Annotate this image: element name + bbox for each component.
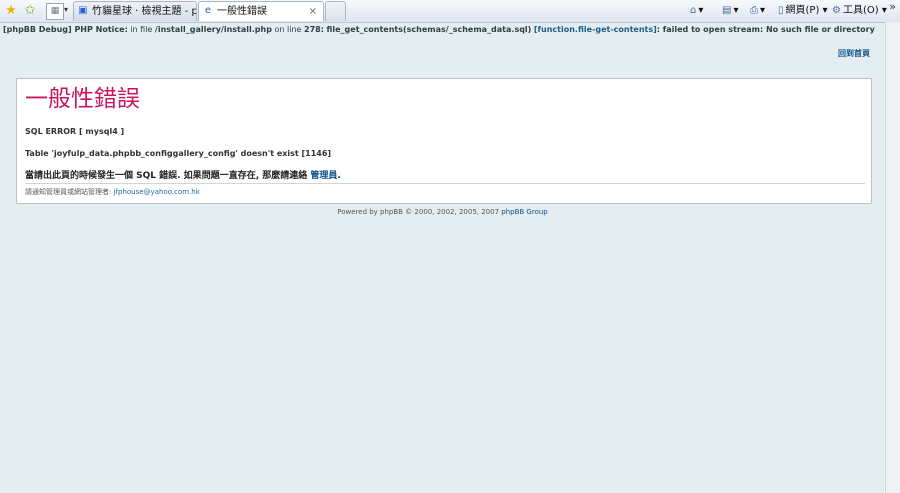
debug-function-link[interactable]: [function.file-get-contents] xyxy=(534,25,657,34)
debug-file: /install_gallery/install.php xyxy=(154,25,272,34)
tab-close-icon[interactable]: × xyxy=(309,2,317,21)
debug-call: file_get_contents(schemas/_schema_data.s… xyxy=(326,25,532,34)
table-error-message: Table 'joyfulp_data.phpbb_configgallery_… xyxy=(25,149,332,158)
page-menu-icon: ▯ xyxy=(778,5,784,16)
error-message-text: 當請出此頁的時候發生一個 SQL 錯誤. 如果問題一直存在, 那麼請連絡 xyxy=(25,171,308,181)
admin-link[interactable]: 管理員 xyxy=(310,171,337,181)
browser-toolbar: ★ ✩ ▦ ▾ ▣ 竹貓星球 ‧ 檢視主題 - ph... e 一般性錯誤 × … xyxy=(0,0,900,23)
feeds-button[interactable]: ▤ ▾ xyxy=(722,4,738,18)
page-menu-label: 網頁(P) xyxy=(785,5,820,16)
debug-in-file: in file xyxy=(130,25,153,34)
error-title: 一般性錯誤 xyxy=(25,86,140,112)
error-message-end: . xyxy=(337,171,341,181)
ie-page-icon: e xyxy=(204,5,212,16)
tab-forum-topic[interactable]: ▣ 竹貓星球 ‧ 檢視主題 - ph... xyxy=(73,1,197,21)
tools-menu-label: 工具(O) xyxy=(842,5,879,16)
error-footer-text: 請通知管理員或網站管理者: xyxy=(25,188,112,196)
back-to-home-link[interactable]: 回到首頁 xyxy=(838,48,870,59)
more-chevron-icon[interactable]: » xyxy=(889,0,896,13)
tab-label: 竹貓星球 ‧ 檢視主題 - ph... xyxy=(92,6,196,17)
tools-menu[interactable]: ⚙ 工具(O) ▾ xyxy=(832,4,887,18)
page-icon: ▣ xyxy=(78,5,88,16)
new-tab-button[interactable] xyxy=(325,1,346,21)
home-button[interactable]: ⌂ ▾ xyxy=(690,4,703,18)
divider xyxy=(25,183,865,184)
home-icon: ⌂ xyxy=(690,5,697,16)
rss-icon: ▤ xyxy=(722,5,732,16)
print-button[interactable]: ⎙ ▾ xyxy=(750,4,765,18)
php-debug-notice: [phpBB Debug] PHP Notice: in file /insta… xyxy=(3,24,883,35)
phpbb-group-link[interactable]: phpBB Group xyxy=(501,208,547,216)
quick-tabs-icon[interactable]: ▦ xyxy=(46,3,64,20)
add-favorite-icon[interactable]: ✩ xyxy=(22,3,38,19)
favorites-star-icon[interactable]: ★ xyxy=(3,3,19,19)
tab-list-chevron-down-icon[interactable]: ▾ xyxy=(64,5,68,14)
debug-on-line: on line xyxy=(274,25,302,34)
debug-message: : failed to open stream: No such file or… xyxy=(656,25,875,34)
admin-email-link[interactable]: jfphouse@yahoo.com.hk xyxy=(114,188,200,196)
page-menu[interactable]: ▯ 網頁(P) ▾ xyxy=(778,4,828,18)
sql-error-label: SQL ERROR [ mysql4 ] xyxy=(25,127,125,136)
powered-by-footer: Powered by phpBB © 2000, 2002, 2005, 200… xyxy=(0,208,885,216)
tab-label: 一般性錯誤 xyxy=(217,6,267,17)
error-footer: 請通知管理員或網站管理者: jfphouse@yahoo.com.hk xyxy=(25,187,200,197)
gear-icon: ⚙ xyxy=(832,5,841,16)
error-message: 當請出此頁的時候發生一個 SQL 錯誤. 如果問題一直存在, 那麼請連絡 管理員… xyxy=(25,168,341,181)
powered-by-text: Powered by phpBB © 2000, 2002, 2005, 200… xyxy=(337,208,500,216)
error-panel: 一般性錯誤 SQL ERROR [ mysql4 ] Table 'joyful… xyxy=(16,78,872,204)
vertical-scrollbar[interactable] xyxy=(885,22,900,493)
printer-icon: ⎙ xyxy=(750,5,758,16)
debug-prefix: [phpBB Debug] PHP Notice: xyxy=(3,25,128,34)
tab-general-error[interactable]: e 一般性錯誤 × xyxy=(198,1,324,21)
debug-line: 278: xyxy=(304,25,324,34)
